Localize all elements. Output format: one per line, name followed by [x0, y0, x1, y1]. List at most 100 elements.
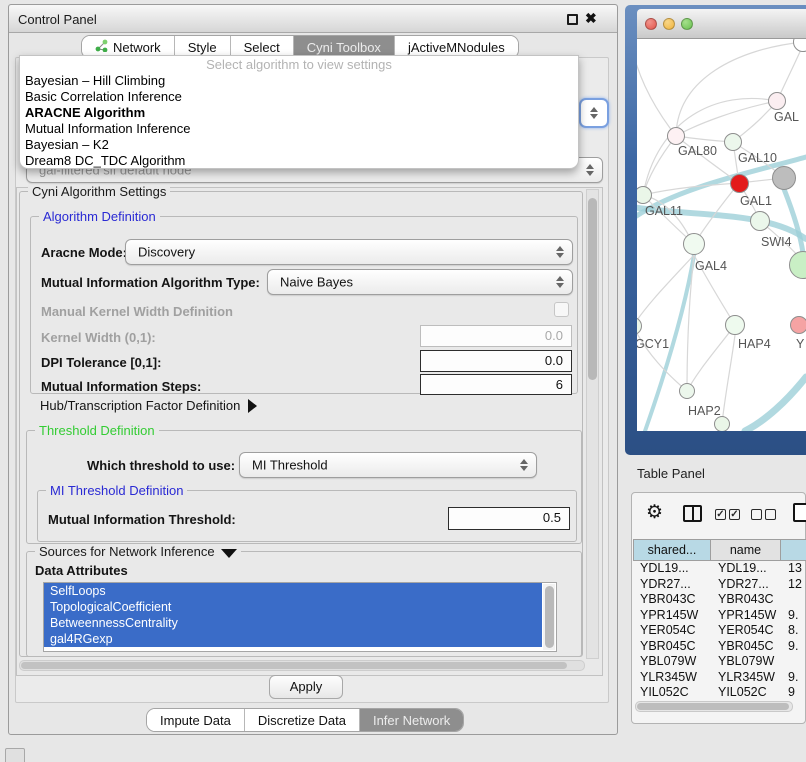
document-icon[interactable]	[793, 503, 806, 522]
table-row[interactable]: YBL079W YBL079W	[633, 654, 806, 670]
table-header-row: shared... name	[633, 539, 806, 561]
tab-impute-data[interactable]: Impute Data	[147, 709, 244, 731]
network-node-swi4[interactable]	[750, 211, 770, 231]
cell	[781, 592, 806, 608]
network-node-hap2[interactable]	[679, 383, 695, 399]
algorithm-dropdown-popup: Select algorithm to view settings Bayesi…	[19, 55, 579, 169]
table-row[interactable]: YBR045C YBR045C 9.	[633, 639, 806, 655]
deselect-all-checkbox-icon-2[interactable]	[765, 509, 776, 520]
popup-item-aracne[interactable]: ARACNE Algorithm	[20, 105, 578, 121]
cyni-algorithm-settings-group: Cyni Algorithm Settings Algorithm Defini…	[19, 191, 583, 657]
network-node-y-partial[interactable]	[790, 316, 806, 334]
column-header-name[interactable]: name	[711, 539, 781, 561]
network-node-gal1[interactable]	[730, 174, 749, 193]
aracne-mode-combo[interactable]: Discovery	[125, 239, 573, 265]
hub-definition-label: Hub/Transcription Factor Definition	[40, 398, 240, 413]
table-row[interactable]: YLR345W YLR345W 9.	[633, 670, 806, 686]
network-node-gray-hub[interactable]	[772, 166, 796, 190]
cell: YBR043C	[633, 592, 711, 608]
settings-horizontal-scrollbar[interactable]	[19, 660, 585, 671]
node-label-gal-partial: GAL	[774, 110, 799, 124]
popup-item-dream8[interactable]: Dream8 DC_TDC Algorithm	[20, 153, 578, 169]
network-node-bottom-partial[interactable]	[714, 416, 730, 431]
select-all-checkbox-icon[interactable]: ✓	[715, 509, 726, 520]
control-panel-titlebar[interactable]: Control Panel ✖	[9, 5, 617, 33]
float-window-icon[interactable]	[567, 14, 578, 25]
tab-discretize-data[interactable]: Discretize Data	[244, 709, 359, 731]
column-header-partial[interactable]	[781, 539, 806, 561]
network-node-hap4[interactable]	[725, 315, 745, 335]
table-row[interactable]: YDR27... YDR27... 12	[633, 577, 806, 593]
table-row[interactable]: YBR043C YBR043C	[633, 592, 806, 608]
table-row[interactable]: YER054C YER054C 8.	[633, 623, 806, 639]
cell: YDL19...	[633, 561, 711, 577]
table-row[interactable]: YIL052C YIL052C 9	[633, 685, 806, 701]
which-threshold-combo[interactable]: MI Threshold	[239, 452, 537, 478]
tab-infer-network[interactable]: Infer Network	[359, 709, 463, 731]
table-row[interactable]: YPR145W YPR145W 9.	[633, 608, 806, 624]
list-scrollbar-thumb[interactable]	[545, 586, 554, 648]
mi-steps-label: Mutual Information Steps:	[41, 379, 201, 394]
dpi-tolerance-input[interactable]: 0.0	[420, 350, 572, 372]
which-threshold-value: MI Threshold	[252, 458, 328, 473]
popup-item-basic-correlation[interactable]: Basic Correlation Inference	[20, 89, 578, 105]
popup-item-bayesian-hill-climbing[interactable]: Bayesian – Hill Climbing	[20, 73, 578, 89]
network-node-gal80[interactable]	[667, 127, 685, 145]
settings-vertical-scrollbar[interactable]	[586, 189, 599, 659]
tab-infer-network-label: Infer Network	[373, 713, 450, 728]
network-node-gal-partial[interactable]	[768, 92, 786, 110]
tab-impute-data-label: Impute Data	[160, 713, 231, 728]
cell: YPR145W	[633, 608, 711, 624]
close-icon[interactable]: ✖	[585, 10, 597, 27]
cell: 9.	[781, 670, 806, 686]
algorithm-combo-end[interactable]	[579, 98, 609, 128]
cell	[781, 654, 806, 670]
minimized-panel-icon[interactable]	[5, 748, 25, 762]
settings-vertical-thumb[interactable]	[588, 198, 597, 380]
sources-title-label: Sources for Network Inference	[39, 544, 215, 559]
apply-button[interactable]: Apply	[269, 675, 343, 699]
network-node-gal4[interactable]	[683, 233, 705, 255]
column-header-shared[interactable]: shared...	[633, 539, 711, 561]
table-row[interactable]: YDL19... YDL19... 13	[633, 561, 806, 577]
mi-threshold-input[interactable]: 0.5	[448, 507, 570, 530]
network-icon	[95, 39, 108, 55]
network-canvas[interactable]: GAL80 GAL10 GAL1 GAL11 SWI4 GAL4 GCY1 HA…	[637, 39, 806, 431]
list-item-topologicalcoefficient[interactable]: TopologicalCoefficient	[44, 599, 542, 615]
kernel-width-input[interactable]: 0.0	[420, 325, 572, 347]
popup-item-mutual-information[interactable]: Mutual Information Inference	[20, 121, 578, 137]
cell: YBR045C	[633, 639, 711, 655]
list-item-selfloops[interactable]: SelfLoops	[44, 583, 542, 599]
close-traffic-light[interactable]	[645, 18, 657, 30]
table-horizontal-scrollbar[interactable]	[635, 701, 793, 712]
cell: YDR27...	[633, 577, 711, 593]
mi-steps-input[interactable]: 6	[420, 374, 572, 395]
network-node-gal10[interactable]	[724, 133, 742, 151]
zoom-traffic-light[interactable]	[681, 18, 693, 30]
list-item-betweennesscentrality[interactable]: BetweennessCentrality	[44, 615, 542, 631]
list-item-gal4rgexp[interactable]: gal4RGexp	[44, 631, 542, 647]
cyni-algorithm-settings-title: Cyni Algorithm Settings	[28, 184, 170, 199]
kernel-width-label: Kernel Width (0,1):	[41, 330, 156, 345]
cyni-bottom-tabbar: Impute Data Discretize Data Infer Networ…	[146, 708, 464, 732]
cell: YLR345W	[711, 670, 781, 686]
deselect-all-checkbox-icon[interactable]	[751, 509, 762, 520]
network-view-window: GAL80 GAL10 GAL1 GAL11 SWI4 GAL4 GCY1 HA…	[625, 5, 806, 455]
cell: YBR043C	[711, 592, 781, 608]
table-horizontal-thumb[interactable]	[637, 703, 789, 710]
manual-kernel-width-checkbox[interactable]	[554, 302, 569, 317]
columns-icon[interactable]	[683, 505, 702, 522]
sources-title[interactable]: Sources for Network Inference	[35, 544, 241, 559]
node-label-gal80: GAL80	[678, 144, 717, 158]
popup-item-bayesian-k2[interactable]: Bayesian – K2	[20, 137, 578, 153]
mi-algorithm-type-combo[interactable]: Naive Bayes	[267, 269, 573, 295]
settings-horizontal-thumb[interactable]	[21, 662, 567, 669]
threshold-definition-group: Threshold Definition Which threshold to …	[26, 430, 582, 544]
list-scrollbar[interactable]	[543, 584, 555, 650]
gear-icon[interactable]: ⚙	[646, 501, 663, 524]
select-all-checkbox-icon-2[interactable]: ✓	[729, 509, 740, 520]
minimize-traffic-light[interactable]	[663, 18, 675, 30]
hub-definition-toggle[interactable]: Hub/Transcription Factor Definition	[40, 398, 257, 413]
cell: 9.	[781, 608, 806, 624]
network-window-titlebar[interactable]	[637, 9, 806, 39]
